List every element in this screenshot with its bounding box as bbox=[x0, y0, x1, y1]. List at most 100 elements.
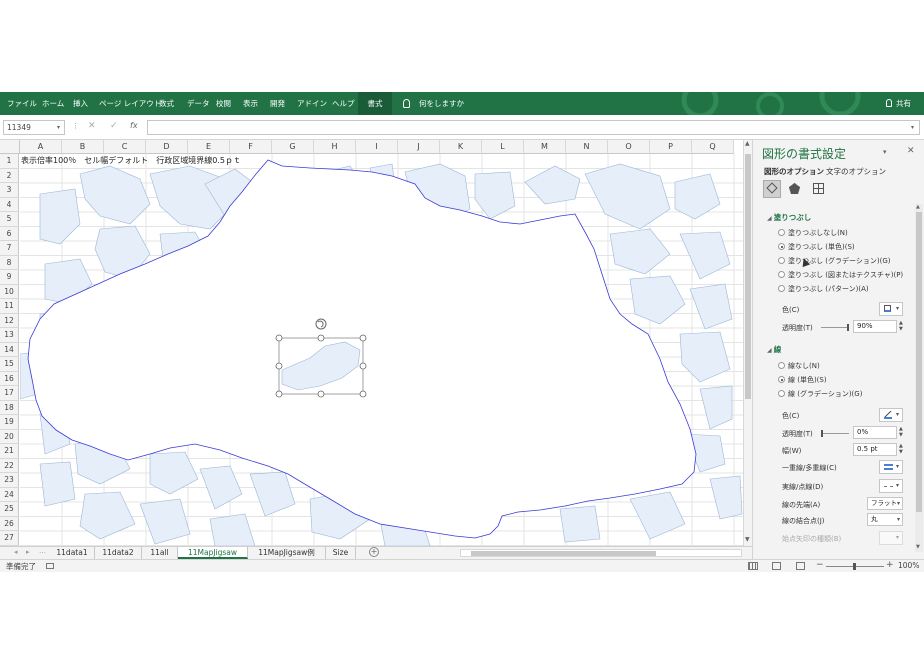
tab-shape-options[interactable]: 図形のオプション bbox=[764, 166, 824, 177]
row-header-3[interactable]: 3 bbox=[0, 183, 19, 198]
tab-help[interactable]: ヘルプ bbox=[332, 92, 355, 115]
effects-icon[interactable] bbox=[789, 183, 800, 194]
column-header-q[interactable]: Q bbox=[692, 140, 734, 154]
name-box[interactable]: 11349 bbox=[3, 120, 65, 135]
formula-expand-icon[interactable]: ▾ bbox=[911, 124, 914, 131]
tell-me-search[interactable]: 何をしますか bbox=[419, 92, 464, 115]
resize-handle[interactable] bbox=[275, 362, 283, 370]
scroll-up-icon[interactable]: ▲ bbox=[916, 204, 920, 210]
slider-thumb[interactable] bbox=[847, 324, 849, 331]
map-piece[interactable] bbox=[629, 275, 686, 325]
formula-input[interactable] bbox=[147, 120, 920, 135]
map-piece[interactable] bbox=[584, 163, 671, 230]
select-all-corner[interactable] bbox=[0, 140, 20, 154]
column-header-a[interactable]: A bbox=[20, 140, 62, 154]
row-header-15[interactable]: 15 bbox=[0, 357, 19, 372]
fill-transparency-input[interactable]: 90% bbox=[853, 320, 897, 333]
close-pane-icon[interactable]: ✕ bbox=[907, 146, 915, 156]
arrow-type-button[interactable]: ▾ bbox=[879, 531, 903, 545]
line-color-button[interactable]: ▾ bbox=[879, 408, 903, 422]
zoom-in-icon[interactable]: + bbox=[886, 560, 894, 570]
row-header-22[interactable]: 22 bbox=[0, 458, 19, 473]
map-canvas[interactable] bbox=[20, 154, 744, 546]
line-transparency-slider[interactable] bbox=[821, 430, 849, 437]
fill-transparency-slider[interactable] bbox=[821, 324, 849, 331]
fill-picture-radio[interactable] bbox=[778, 271, 785, 278]
tab-formulas[interactable]: 数式 bbox=[159, 92, 174, 115]
row-header-2[interactable]: 2 bbox=[0, 168, 19, 183]
row-header-26[interactable]: 26 bbox=[0, 516, 19, 531]
tab-format[interactable]: 書式 bbox=[358, 92, 392, 115]
sheet-tab-11all[interactable]: 11all bbox=[142, 547, 178, 559]
column-header-c[interactable]: C bbox=[104, 140, 146, 154]
pane-options-icon[interactable]: ▾ bbox=[883, 148, 887, 156]
column-header-j[interactable]: J bbox=[398, 140, 440, 154]
row-header-10[interactable]: 10 bbox=[0, 284, 19, 299]
map-piece[interactable] bbox=[39, 461, 76, 507]
row-header-11[interactable]: 11 bbox=[0, 299, 19, 314]
map-piece[interactable] bbox=[79, 491, 136, 540]
pane-scroll-thumb[interactable] bbox=[916, 212, 922, 512]
map-piece[interactable] bbox=[249, 471, 296, 517]
spinner-icon[interactable]: ▲ ▼ bbox=[899, 443, 903, 455]
map-piece[interactable] bbox=[39, 188, 81, 245]
rotate-handle-icon[interactable] bbox=[315, 318, 327, 330]
column-header-l[interactable]: L bbox=[482, 140, 524, 154]
fill-solid-label[interactable]: 塗りつぶし (単色)(S) bbox=[788, 242, 855, 252]
row-header-8[interactable]: 8 bbox=[0, 255, 19, 270]
resize-handle[interactable] bbox=[359, 390, 367, 398]
row-header-23[interactable]: 23 bbox=[0, 473, 19, 488]
column-header-k[interactable]: K bbox=[440, 140, 482, 154]
tab-data[interactable]: データ bbox=[187, 92, 210, 115]
fill-pattern-label[interactable]: 塗りつぶし (パターン)(A) bbox=[788, 284, 869, 294]
column-header-n[interactable]: N bbox=[566, 140, 608, 154]
map-piece[interactable] bbox=[709, 475, 743, 520]
column-header-p[interactable]: P bbox=[650, 140, 692, 154]
share-button[interactable]: 共有 bbox=[896, 92, 911, 115]
row-header-12[interactable]: 12 bbox=[0, 313, 19, 328]
resize-handle[interactable] bbox=[317, 390, 325, 398]
column-header-d[interactable]: D bbox=[146, 140, 188, 154]
line-width-input[interactable]: 0.5 pt bbox=[853, 443, 897, 456]
line-gradient-label[interactable]: 線 (グラデーション)(G) bbox=[788, 389, 862, 399]
map-piece[interactable] bbox=[679, 331, 731, 383]
cell-a1[interactable]: 表示倍率100％ セル幅デフォルト 行政区域境界線0.5ｐｔ bbox=[20, 154, 241, 168]
normal-view-icon[interactable] bbox=[748, 562, 758, 570]
scroll-up-icon[interactable]: ▲ bbox=[745, 140, 750, 147]
row-header-4[interactable]: 4 bbox=[0, 197, 19, 212]
row-header-25[interactable]: 25 bbox=[0, 502, 19, 517]
row-header-16[interactable]: 16 bbox=[0, 371, 19, 386]
column-header-i[interactable]: I bbox=[356, 140, 398, 154]
spinner-icon[interactable]: ▲ ▼ bbox=[899, 320, 903, 332]
row-header-27[interactable]: 27 bbox=[0, 531, 19, 546]
zoom-slider[interactable] bbox=[826, 563, 884, 570]
line-solid-radio[interactable] bbox=[778, 376, 785, 383]
map-piece[interactable] bbox=[699, 385, 733, 430]
sheet-tab-size[interactable]: Size bbox=[326, 547, 356, 559]
horizontal-scroll-thumb[interactable] bbox=[471, 551, 656, 556]
add-sheet-icon[interactable]: + bbox=[369, 547, 379, 557]
worksheet-grid[interactable]: ABCDEFGHIJKLMNOPQ 1 2 3 4 5 6 7 8 9 10 11 12 13 14 15 1… bbox=[0, 140, 752, 546]
column-header-b[interactable]: B bbox=[62, 140, 104, 154]
column-header-e[interactable]: E bbox=[188, 140, 230, 154]
spinner-icon[interactable]: ▲ ▼ bbox=[899, 426, 903, 438]
page-break-view-icon[interactable] bbox=[796, 562, 805, 570]
map-piece[interactable] bbox=[524, 165, 581, 205]
row-header-7[interactable]: 7 bbox=[0, 241, 19, 256]
sheet-tab-11data2[interactable]: 11data2 bbox=[95, 547, 142, 559]
column-header-f[interactable]: F bbox=[230, 140, 272, 154]
name-box-dropdown-icon[interactable]: ▾ bbox=[57, 124, 60, 131]
row-header-5[interactable]: 5 bbox=[0, 212, 19, 227]
row-header-14[interactable]: 14 bbox=[0, 342, 19, 357]
tab-review[interactable]: 校閲 bbox=[216, 92, 231, 115]
tab-text-options[interactable]: 文字のオプション bbox=[826, 166, 886, 177]
fill-solid-radio[interactable] bbox=[778, 243, 785, 250]
resize-handle[interactable] bbox=[317, 334, 325, 342]
line-solid-label[interactable]: 線 (単色)(S) bbox=[788, 375, 827, 385]
sheet-tab-11mapjigsaw[interactable]: 11MapJigsaw bbox=[178, 547, 248, 559]
enter-icon[interactable]: ✓ bbox=[110, 121, 118, 131]
row-header-1[interactable]: 1 bbox=[0, 154, 19, 169]
tab-home[interactable]: ホーム bbox=[42, 92, 64, 115]
insert-function-icon[interactable]: fx bbox=[130, 121, 138, 130]
row-header-18[interactable]: 18 bbox=[0, 400, 19, 415]
